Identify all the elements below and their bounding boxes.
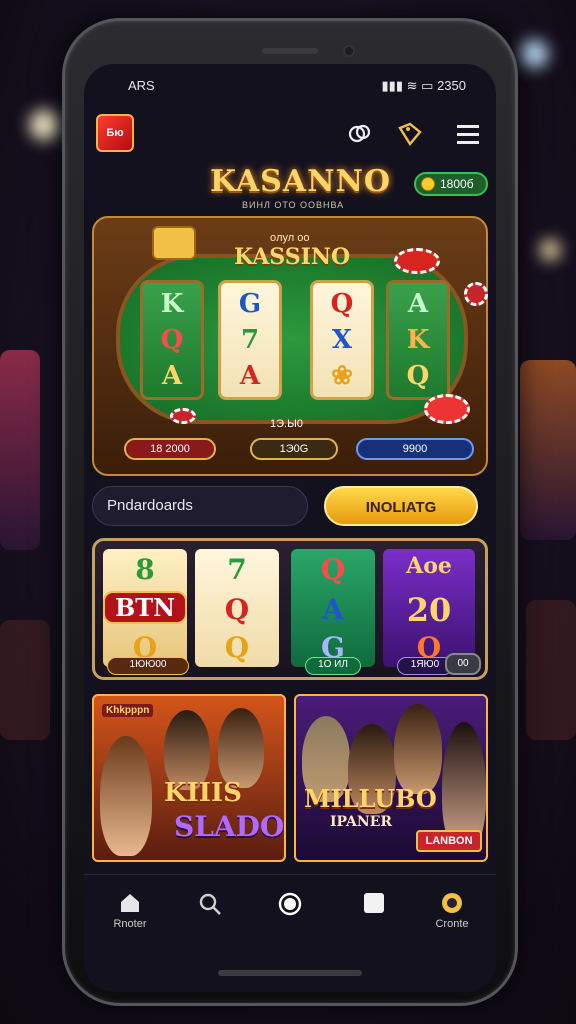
card-title: KIIIS — [164, 778, 242, 808]
search-input[interactable]: Pndardoards — [92, 486, 308, 526]
card-subtitle: IPANER — [330, 814, 393, 830]
bottom-nav: Rnoter Cronte — [84, 874, 496, 944]
speaker-grille — [262, 48, 318, 54]
reel-symbol: Q — [320, 553, 346, 586]
brand-subtitle: ВИНЛ ОТО ООВНВА — [242, 200, 345, 210]
game-cards: Khkpppn KIIIS SLADO MILLUBO IPANER LANBO… — [92, 694, 488, 862]
bet-pill[interactable]: 18 2000 — [124, 438, 216, 460]
bet-pill[interactable]: 9900 — [356, 438, 474, 460]
gold-bar-icon — [152, 226, 196, 260]
nav-square[interactable] — [344, 891, 404, 941]
home-indicator — [218, 970, 362, 976]
table-title: KASSINO — [234, 244, 351, 270]
reel-symbol: 7 — [240, 325, 260, 355]
reel-symbol: 7 — [227, 553, 247, 586]
character-image — [394, 704, 442, 794]
battery-icon: ▭ — [421, 78, 434, 93]
clock: 2350 — [437, 78, 466, 93]
reel-symbol: Q — [224, 593, 250, 626]
reel-symbol: Q — [406, 361, 430, 391]
chip-icon — [464, 282, 488, 306]
reel-symbol: A — [161, 361, 183, 391]
wifi-icon: ≋ — [406, 78, 418, 93]
carrier-label: ARS — [128, 78, 155, 93]
menu-icon[interactable] — [454, 120, 482, 148]
search-row: Pndardoards INOLIATG — [92, 486, 488, 528]
bet-pill[interactable]: 1Э0G — [250, 438, 338, 460]
character-image — [218, 708, 264, 788]
game-card-millubo[interactable]: MILLUBO IPANER LANBON — [294, 694, 488, 862]
banner-reel-1: 8 BTN Q — [103, 549, 187, 667]
status-right: ▮▮▮ ≋ ▭ 2350 — [382, 78, 466, 94]
banner-reel-3: Q A G — [291, 549, 375, 667]
reel-symbol: Q — [330, 289, 354, 319]
banner-reel-4: Aoe 20 Q — [383, 549, 475, 667]
record-icon — [278, 892, 302, 916]
character-image — [100, 736, 152, 856]
card-badge: Khkpppn — [102, 704, 154, 717]
people-icon[interactable] — [346, 120, 374, 148]
table-header-small: oлул оо — [270, 232, 310, 244]
coin-balance-badge[interactable]: 1800б — [414, 172, 488, 196]
coin-icon — [442, 893, 462, 913]
reel-symbol: A — [407, 289, 429, 319]
reel-symbol: A — [239, 361, 261, 391]
reel-symbol: 20 — [406, 591, 452, 629]
nav-record[interactable] — [260, 891, 320, 941]
slot-banner[interactable]: 8 BTN Q 7 Q Q Q A G Aoe 20 Q 1ЮЮ00 1О ИЛ… — [92, 538, 488, 680]
chip-stack-icon — [424, 394, 470, 424]
app-logo[interactable]: Бю — [96, 114, 134, 152]
nav-label: Cronte — [435, 918, 469, 930]
card-subtitle: SLADO — [174, 810, 285, 843]
nav-search[interactable] — [180, 891, 240, 941]
reel-3: Q X ❀ — [310, 280, 374, 400]
coin-icon — [421, 177, 435, 191]
reel-symbol: G — [238, 289, 262, 319]
home-icon — [121, 894, 139, 912]
banner-pill: 1О ИЛ — [305, 657, 361, 675]
banner-pill: 1ЮЮ00 — [107, 657, 189, 675]
nav-coins[interactable]: Cronte — [422, 891, 482, 941]
banner-reel-2: 7 Q Q — [195, 549, 279, 667]
reel-symbol: 8 — [135, 553, 155, 586]
reel-symbol: Q — [160, 325, 184, 355]
reel-symbol: X — [331, 325, 353, 355]
reel-1: K Q A — [140, 280, 204, 400]
reel-4: A K Q — [386, 280, 450, 400]
game-card-kiiis[interactable]: Khkpppn KIIIS SLADO — [92, 694, 286, 862]
table-center-label: 1Э.Ы0 — [270, 418, 303, 430]
reel-symbol: BTN — [103, 591, 187, 624]
top-bar: Бю — [84, 104, 496, 160]
card-button[interactable]: LANBON — [416, 830, 482, 852]
featured-slot-table[interactable]: oлул оо KASSINO K Q A G 7 A Q X ❀ A K Q … — [92, 216, 488, 476]
signal-icon: ▮▮▮ — [381, 78, 403, 93]
phone-screen: ARS ▮▮▮ ≋ ▭ 2350 Бю KASANNO ВИНЛ ОТО ООВ… — [84, 64, 496, 992]
square-icon — [364, 893, 384, 913]
reel-symbol: K — [406, 325, 430, 355]
reel-symbol: Aoe — [406, 553, 452, 579]
status-bar: ARS ▮▮▮ ≋ ▭ 2350 — [84, 76, 496, 96]
card-title: MILLUBO — [304, 784, 437, 813]
nav-label: Rnoter — [113, 918, 147, 930]
chip-stack-icon — [394, 248, 440, 274]
banner-counter: 00 — [445, 653, 481, 675]
reel-symbol: A — [322, 593, 344, 626]
tag-icon[interactable] — [396, 120, 424, 148]
reel-2: G 7 A — [218, 280, 282, 400]
search-icon — [199, 893, 221, 915]
camera-icon — [343, 45, 355, 57]
reel-symbol: K — [160, 289, 184, 319]
brand-title: KASANNO — [210, 164, 392, 199]
coin-balance: 1800б — [440, 177, 474, 191]
chip-icon — [170, 408, 196, 424]
go-button[interactable]: INOLIATG — [324, 486, 478, 526]
nav-home[interactable]: Rnoter — [100, 891, 160, 941]
reel-symbol: ❀ — [331, 361, 353, 391]
reel-symbol: Q — [224, 631, 250, 664]
